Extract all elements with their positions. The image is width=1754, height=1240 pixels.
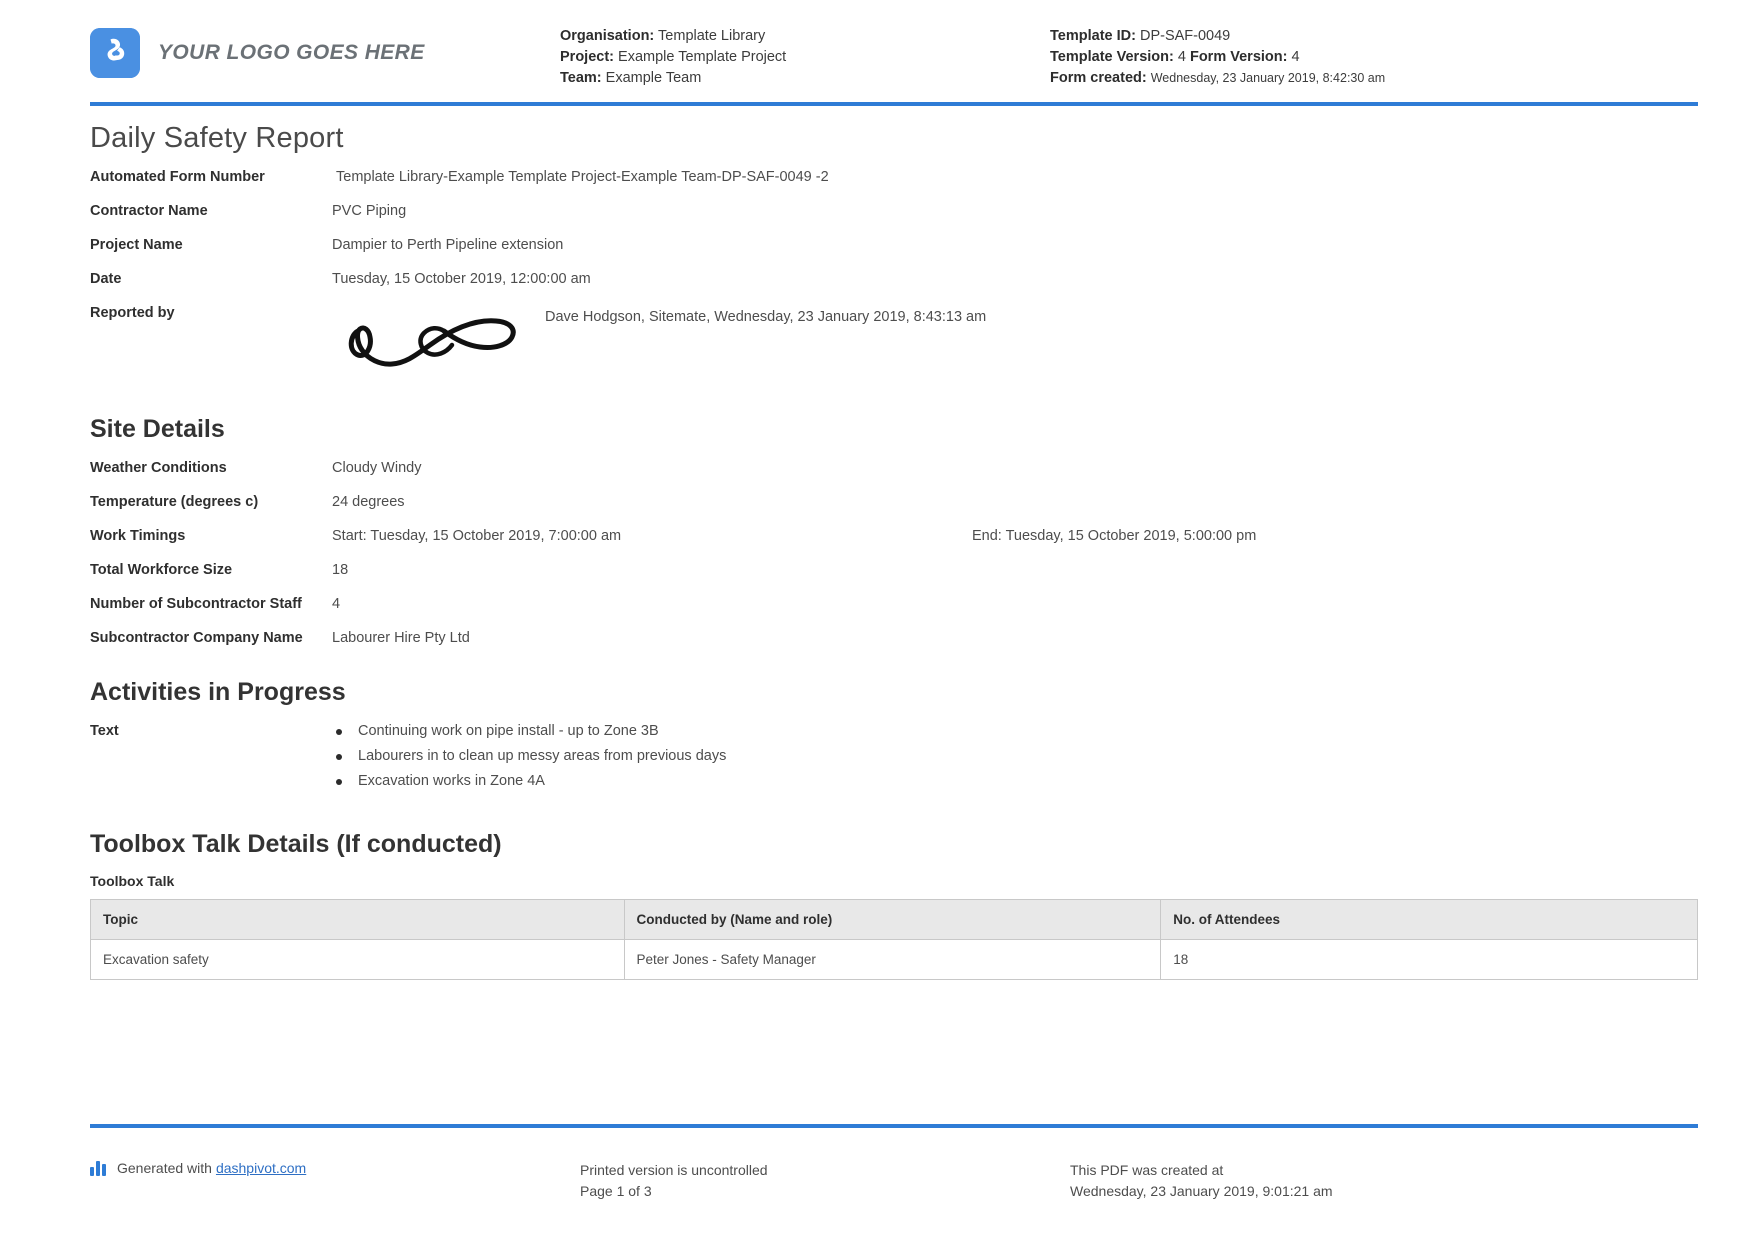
field-row-work-timings: Work Timings Start: Tuesday, 15 October …: [90, 526, 1698, 546]
field-label: Temperature (degrees c): [90, 494, 259, 510]
document-content: Daily Safety Report Automated Form Numbe…: [0, 122, 1754, 980]
field-label: Total Workforce Size: [90, 562, 233, 578]
field-label: Text: [90, 723, 119, 739]
cell-topic: Excavation safety: [90, 939, 625, 980]
header-meta-left: Organisation: Template Library Project: …: [560, 22, 1050, 89]
field-row-contractor-name: Contractor Name PVC Piping: [90, 201, 1698, 221]
logo-block: YOUR LOGO GOES HERE: [90, 22, 560, 78]
document-footer: Generated with dashpivot.com Printed ver…: [90, 1160, 1698, 1202]
field-row-date: Date Tuesday, 15 October 2019, 12:00:00 …: [90, 269, 1698, 289]
field-row-temperature: Temperature (degrees c) 24 degrees: [90, 492, 1698, 512]
pdf-created-label: This PDF was created at: [1070, 1162, 1224, 1178]
field-value: Tuesday, 15 October 2019, 12:00:00 am: [332, 271, 591, 287]
logo-text: YOUR LOGO GOES HERE: [158, 41, 425, 64]
list-item: Labourers in to clean up messy areas fro…: [332, 746, 726, 767]
field-row-reported-by: Reported by Dave Hodgson, Sitemate, Wedn…: [90, 303, 1698, 381]
column-header-topic: Topic: [90, 899, 625, 940]
section-title-activities: Activities in Progress: [90, 678, 346, 706]
toolbox-talk-table: Topic Conducted by (Name and role) No. o…: [90, 899, 1698, 980]
template-id-line: Template ID: DP-SAF-0049: [1050, 26, 1698, 47]
footer-generated-with: Generated with dashpivot.com: [90, 1160, 580, 1176]
dashpivot-link[interactable]: dashpivot.com: [216, 1160, 306, 1176]
generated-prefix: Generated with: [117, 1160, 212, 1176]
template-id-label: Template ID:: [1050, 28, 1136, 44]
column-header-conducted-by: Conducted by (Name and role): [623, 899, 1162, 940]
field-row-subcontractor-company-name: Subcontractor Company Name Labourer Hire…: [90, 628, 1698, 648]
field-value: Labourer Hire Pty Ltd: [332, 630, 470, 646]
signature-caption: Dave Hodgson, Sitemate, Wednesday, 23 Ja…: [545, 309, 987, 325]
template-id-value: DP-SAF-0049: [1139, 28, 1231, 44]
page-title: Daily Safety Report: [90, 122, 344, 154]
organisation-line: Organisation: Template Library: [560, 26, 1050, 47]
section-title-site-details: Site Details: [90, 415, 225, 443]
field-value: Cloudy Windy: [332, 460, 422, 476]
table-row: Excavation safety Peter Jones - Safety M…: [90, 939, 1698, 980]
field-value: 18: [332, 562, 349, 578]
template-version-label: Template Version:: [1050, 49, 1174, 65]
form-created-value: Wednesday, 23 January 2019, 8:42:30 am: [1150, 71, 1386, 85]
field-row-project-name: Project Name Dampier to Perth Pipeline e…: [90, 235, 1698, 255]
work-timing-end: End: Tuesday, 15 October 2019, 5:00:00 p…: [972, 528, 1257, 544]
field-value: PVC Piping: [332, 203, 407, 219]
list-item: Excavation works in Zone 4A: [332, 771, 726, 792]
document-header: YOUR LOGO GOES HERE Organisation: Templa…: [0, 0, 1754, 96]
template-version-line: Template Version: 4 Form Version: 4: [1050, 47, 1698, 68]
field-label: Date: [90, 271, 122, 287]
field-label: Work Timings: [90, 528, 186, 544]
cell-attendees: 18: [1160, 939, 1698, 980]
header-meta-right: Template ID: DP-SAF-0049 Template Versio…: [1050, 22, 1698, 89]
page-number-text: Page 1 of 3: [580, 1183, 652, 1199]
field-label: Contractor Name: [90, 203, 208, 219]
field-value: 4: [332, 596, 341, 612]
pdf-created-timestamp: Wednesday, 23 January 2019, 9:01:21 am: [1070, 1183, 1333, 1199]
field-value: Template Library-Example Template Projec…: [336, 169, 829, 185]
team-line: Team: Example Team: [560, 68, 1050, 89]
table-header-row: Topic Conducted by (Name and role) No. o…: [90, 899, 1698, 940]
field-label: Automated Form Number: [90, 169, 265, 185]
field-value: 24 degrees: [332, 494, 405, 510]
footer-divider: [90, 1124, 1698, 1128]
field-value: Dampier to Perth Pipeline extension: [332, 237, 564, 253]
form-created-line: Form created: Wednesday, 23 January 2019…: [1050, 68, 1698, 89]
work-timing-start: Start: Tuesday, 15 October 2019, 7:00:00…: [332, 528, 622, 544]
field-label: Reported by: [90, 305, 175, 321]
section-title-toolbox-talk: Toolbox Talk Details (If conducted): [90, 830, 502, 858]
printed-version-text: Printed version is uncontrolled: [580, 1162, 768, 1178]
team-value: Example Team: [605, 70, 702, 86]
field-row-subcontractor-staff-count: Number of Subcontractor Staff 4: [90, 594, 1698, 614]
cell-conducted-by: Peter Jones - Safety Manager: [623, 939, 1162, 980]
toolbox-table-caption: Toolbox Talk: [90, 873, 175, 889]
organisation-value: Template Library: [658, 28, 766, 44]
footer-print-notice: Printed version is uncontrolled Page 1 o…: [580, 1160, 1070, 1202]
field-label: Project Name: [90, 237, 183, 253]
signature-image: [332, 303, 545, 381]
project-value: Example Template Project: [618, 49, 787, 65]
form-created-label: Form created:: [1050, 70, 1147, 86]
field-label: Number of Subcontractor Staff: [90, 596, 302, 612]
list-item: Continuing work on pipe install - up to …: [332, 721, 726, 742]
footer-created-at: This PDF was created at Wednesday, 23 Ja…: [1070, 1160, 1698, 1202]
project-label: Project:: [560, 49, 614, 65]
field-row-weather-conditions: Weather Conditions Cloudy Windy: [90, 458, 1698, 478]
document-page: YOUR LOGO GOES HERE Organisation: Templa…: [0, 0, 1754, 1240]
field-label: Subcontractor Company Name: [90, 630, 303, 646]
field-row-total-workforce-size: Total Workforce Size 18: [90, 560, 1698, 580]
work-timings-values: Start: Tuesday, 15 October 2019, 7:00:00…: [332, 526, 1698, 546]
template-version-value: 4: [1177, 49, 1186, 65]
organisation-label: Organisation:: [560, 28, 655, 44]
field-row-activities-text: Text Continuing work on pipe install - u…: [90, 721, 1698, 796]
field-row-automated-form-number: Automated Form Number Template Library-E…: [90, 167, 1698, 187]
column-header-attendees: No. of Attendees: [1160, 899, 1698, 940]
team-label: Team:: [560, 70, 602, 86]
company-logo-icon: [90, 28, 140, 78]
project-line: Project: Example Template Project: [560, 47, 1050, 68]
form-version-label: Form Version:: [1189, 49, 1288, 65]
field-label: Weather Conditions: [90, 460, 227, 476]
bar-chart-icon: [90, 1160, 108, 1176]
header-divider: [90, 102, 1698, 106]
activities-list: Continuing work on pipe install - up to …: [332, 721, 726, 796]
form-version-value: 4: [1291, 49, 1300, 65]
